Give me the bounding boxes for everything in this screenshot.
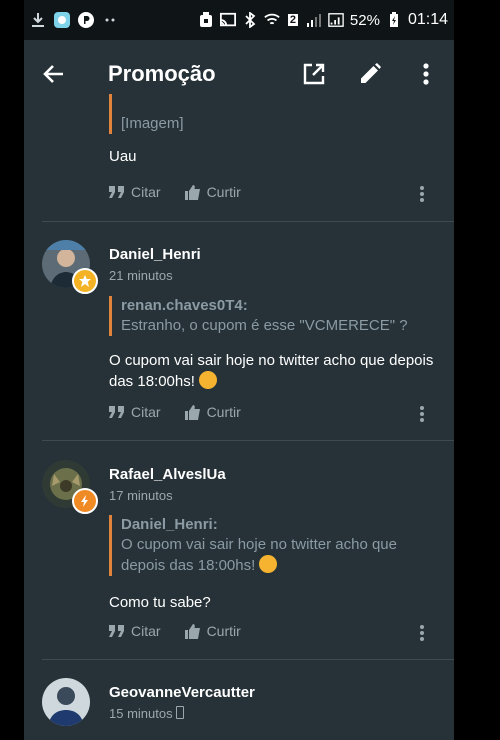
p-app-icon xyxy=(78,12,94,28)
comment-header: Rafael_AlveslUa 17 minutos xyxy=(42,460,454,520)
username[interactable]: Daniel_Henri xyxy=(109,246,201,263)
star-icon xyxy=(79,275,91,287)
thumbs-up-icon xyxy=(184,623,200,639)
quote-label: Citar xyxy=(131,184,161,200)
battery-charging-icon xyxy=(386,12,402,28)
more-vert-icon xyxy=(420,625,424,641)
wifi-icon xyxy=(264,12,280,28)
comment-post: renan.chaves0T4: Estranho, o cupom é ess… xyxy=(42,296,454,392)
back-arrow-icon xyxy=(43,65,63,83)
open-external-icon xyxy=(303,63,325,85)
alarm-icon xyxy=(198,12,214,28)
quoted-reply: [Imagem] xyxy=(109,94,441,134)
comment-post: Daniel_Henri: O cupom vai sair hoje no t… xyxy=(42,515,454,613)
quote-label: Citar xyxy=(131,404,161,420)
thumbs-up-icon xyxy=(184,184,200,200)
more-vert-icon xyxy=(420,406,424,422)
quote-author: renan.chaves0T4: xyxy=(121,297,248,314)
quote-label: Citar xyxy=(131,623,161,639)
more-vert-icon xyxy=(420,186,424,202)
comment-text: Como tu sabe? xyxy=(109,594,211,611)
comment-feed[interactable]: [Imagem] Uau Citar Curtir Daniel_Henri 2… xyxy=(24,94,454,740)
comment-more-button[interactable] xyxy=(412,402,432,426)
quote-button[interactable]: Citar xyxy=(109,404,161,420)
avatar[interactable] xyxy=(42,678,90,726)
quote-icon xyxy=(109,186,124,198)
quote-author: Daniel_Henri: xyxy=(121,516,218,533)
quote-text: [Imagem] xyxy=(121,115,184,132)
thinking-emoji-icon xyxy=(259,555,278,573)
edit-pencil-icon xyxy=(361,63,381,83)
thinking-emoji-icon xyxy=(199,371,218,389)
thumbs-up-icon xyxy=(184,404,200,420)
quote-author xyxy=(121,94,441,114)
comment-more-button[interactable] xyxy=(412,621,432,645)
comment-more-button[interactable] xyxy=(412,182,432,206)
signal-weak-icon xyxy=(306,12,322,28)
quote-icon xyxy=(109,406,124,418)
quote-text: O cupom vai sair hoje no twitter acho qu… xyxy=(121,536,397,574)
like-button[interactable]: Curtir xyxy=(184,184,241,200)
download-icon xyxy=(30,12,46,28)
divider xyxy=(42,440,454,441)
quote-text: Estranho, o cupom é esse "VCMERECE" ? xyxy=(121,317,408,334)
like-label: Curtir xyxy=(206,623,241,639)
username[interactable]: Rafael_AlveslUa xyxy=(109,466,226,483)
clock: 01:14 xyxy=(407,11,448,28)
signal-full-icon xyxy=(328,12,344,28)
app-notification-icon xyxy=(54,12,70,28)
comment-header: GeovanneVercautter 15 minutos xyxy=(42,678,454,738)
comment-post: [Imagem] Uau xyxy=(42,94,454,167)
comment-actions: Citar Curtir xyxy=(109,623,265,639)
timestamp: 21 minutos xyxy=(109,268,173,283)
more-vert-icon xyxy=(423,63,429,85)
comment-actions: Citar Curtir xyxy=(109,184,265,200)
level-badge xyxy=(72,268,98,294)
cast-icon xyxy=(219,12,236,28)
level-badge xyxy=(72,488,98,514)
battery-percent: 52% xyxy=(349,11,380,29)
comment-text: O cupom vai sair hoje no twitter acho qu… xyxy=(109,352,434,390)
timestamp: 15 minutos xyxy=(109,706,185,721)
quote-button[interactable]: Citar xyxy=(109,623,161,639)
status-bar: 2 52% 01:14 xyxy=(24,0,454,40)
quote-button[interactable]: Citar xyxy=(109,184,161,200)
comment-actions: Citar Curtir xyxy=(109,404,265,420)
like-label: Curtir xyxy=(206,404,241,420)
more-notifications-icon xyxy=(102,12,118,28)
divider xyxy=(42,659,454,660)
like-button[interactable]: Curtir xyxy=(184,623,241,639)
comment-text: Uau xyxy=(109,148,137,165)
like-label: Curtir xyxy=(206,184,241,200)
quoted-reply: Daniel_Henri: O cupom vai sair hoje no t… xyxy=(109,515,411,576)
app-window: 2 52% 01:14 Promoção [Imagem] Uau Citar … xyxy=(24,0,454,740)
comment-header: Daniel_Henri 21 minutos xyxy=(42,240,454,300)
username[interactable]: GeovanneVercautter xyxy=(109,684,255,701)
timestamp: 17 minutos xyxy=(109,488,173,503)
like-button[interactable]: Curtir xyxy=(184,404,241,420)
lightning-icon xyxy=(81,495,88,507)
mobile-device-icon xyxy=(176,706,185,719)
quoted-reply: renan.chaves0T4: Estranho, o cupom é ess… xyxy=(109,296,421,336)
quote-icon xyxy=(109,625,124,637)
sim-2-icon: 2 xyxy=(287,14,298,26)
bluetooth-icon xyxy=(242,12,258,28)
divider xyxy=(42,221,454,222)
page-title: Promoção xyxy=(108,61,216,86)
